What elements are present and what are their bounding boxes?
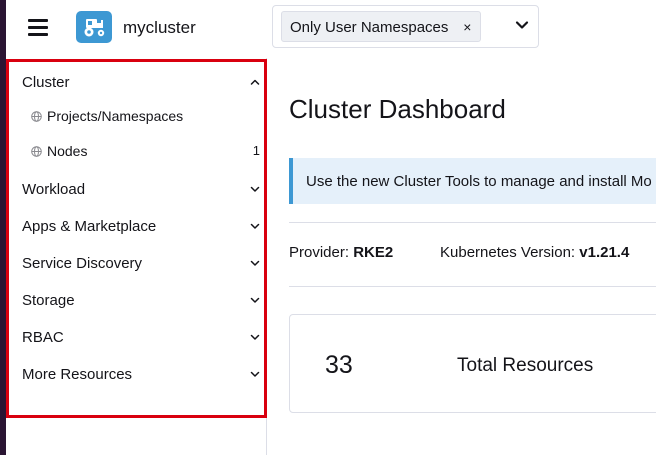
globe-icon	[31, 111, 42, 122]
globe-icon	[31, 146, 42, 157]
sidebar-group-label: RBAC	[22, 329, 64, 346]
provider-value: RKE2	[353, 244, 394, 261]
sidebar-group-label: Storage	[22, 292, 75, 309]
sidebar-item-label: Projects/Namespaces	[47, 108, 184, 124]
provider-label: Provider:	[289, 244, 350, 261]
namespace-filter-label: Only User Namespaces	[290, 19, 449, 36]
cluster-tractor-icon	[76, 11, 112, 43]
chevron-up-icon	[250, 79, 260, 85]
sidebar-group-rbac[interactable]: RBAC	[22, 325, 260, 351]
total-resources-count: 33	[325, 351, 353, 379]
cluster-name: mycluster	[123, 18, 196, 37]
chevron-down-icon	[250, 223, 260, 229]
sidebar-item-count: 1	[252, 143, 260, 158]
chevron-down-icon	[250, 297, 260, 303]
provider-info: Provider: RKE2	[289, 244, 393, 261]
sidebar-group-label: Service Discovery	[22, 255, 143, 272]
sidebar-group-label: Workload	[22, 181, 86, 198]
chevron-down-icon	[250, 186, 260, 192]
kubernetes-version-info: Kubernetes Version: v1.21.4	[440, 244, 629, 261]
remove-filter-icon[interactable]: ×	[463, 12, 471, 43]
info-banner-text: Use the new Cluster Tools to manage and …	[306, 173, 652, 190]
namespace-filter-chip: Only User Namespaces ×	[281, 11, 482, 43]
total-resources-label: Total Resources	[457, 355, 594, 376]
hamburger-menu-icon[interactable]	[28, 19, 48, 36]
chevron-down-icon	[250, 334, 260, 340]
sidebar-group-label: More Resources	[22, 366, 133, 383]
sidebar-group-workload[interactable]: Workload	[22, 177, 260, 203]
divider	[289, 222, 656, 223]
total-resources-card[interactable]: 33 Total Resources	[289, 314, 656, 413]
chevron-down-icon	[250, 371, 260, 377]
sidebar-item-projects-namespaces[interactable]: Projects/Namespaces	[31, 105, 260, 129]
top-header: mycluster Only User Namespaces ×	[6, 0, 656, 58]
sidebar-item-nodes[interactable]: Nodes 1	[31, 140, 260, 164]
sidebar-group-cluster[interactable]: Cluster	[22, 70, 260, 96]
sidebar-group-apps-marketplace[interactable]: Apps & Marketplace	[22, 214, 260, 240]
sidebar-group-label: Cluster	[22, 74, 70, 91]
sidebar-group-service-discovery[interactable]: Service Discovery	[22, 251, 260, 277]
divider	[289, 286, 656, 287]
sidebar-group-label: Apps & Marketplace	[22, 218, 157, 235]
page-title: Cluster Dashboard	[289, 94, 506, 124]
namespace-filter-select[interactable]: Only User Namespaces ×	[272, 5, 539, 48]
sidebar-group-storage[interactable]: Storage	[22, 288, 260, 314]
sidebar-item-label: Nodes	[47, 143, 88, 159]
sidebar-nav-highlight: Cluster Projects/Namespaces Nodes 1 Work…	[6, 59, 267, 418]
info-banner: Use the new Cluster Tools to manage and …	[289, 158, 656, 204]
chevron-down-icon	[250, 260, 260, 266]
kubernetes-version-value: v1.21.4	[579, 244, 630, 261]
chevron-down-icon[interactable]	[515, 20, 529, 30]
kubernetes-version-label: Kubernetes Version:	[440, 244, 576, 261]
sidebar-group-more-resources[interactable]: More Resources	[22, 362, 260, 388]
